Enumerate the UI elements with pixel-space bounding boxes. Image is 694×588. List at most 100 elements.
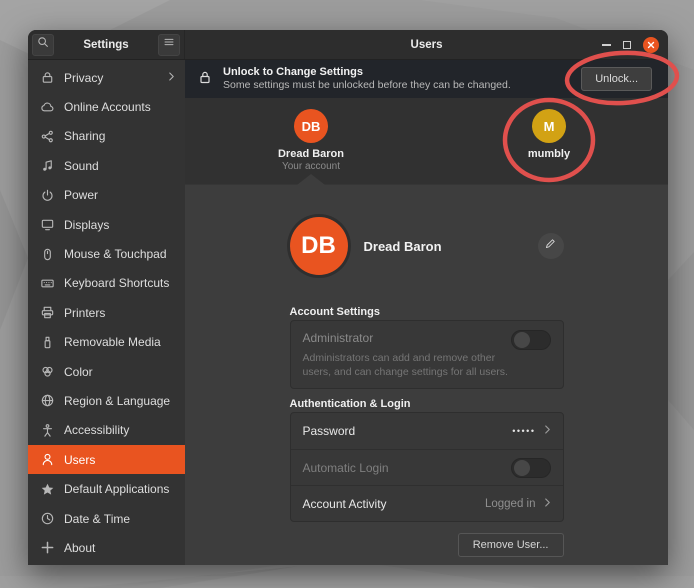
unlock-banner-subtitle: Some settings must be unlocked before th… xyxy=(223,79,511,92)
mouse-icon xyxy=(39,246,55,262)
sidebar-item-label: Removable Media xyxy=(64,335,161,349)
sidebar-item-date-time[interactable]: Date & Time xyxy=(28,504,185,533)
sidebar-title: Settings xyxy=(83,39,128,51)
user-switcher-dread-baron[interactable]: DB Dread Baron Your account xyxy=(251,109,371,172)
sidebar-item-accessibility[interactable]: Accessibility xyxy=(28,416,185,445)
user-switcher: DB Dread Baron Your account M mumbly xyxy=(185,98,668,185)
unlock-banner: Unlock to Change Settings Some settings … xyxy=(185,60,668,98)
avatar-initials: DB xyxy=(302,119,321,134)
usb-drive-icon xyxy=(39,334,55,350)
sidebar-item-label: Online Accounts xyxy=(64,100,151,114)
sidebar-item-privacy[interactable]: Privacy xyxy=(28,63,185,92)
sidebar-item-about[interactable]: About xyxy=(28,533,185,562)
sidebar-item-label: Sound xyxy=(64,159,99,173)
hamburger-icon xyxy=(162,35,176,54)
user-name: Dread Baron xyxy=(251,148,371,160)
sidebar-item-label: Displays xyxy=(64,218,109,232)
administrator-label: Administrator xyxy=(303,331,374,345)
sidebar-item-label: Printers xyxy=(64,306,105,320)
lock-icon xyxy=(39,70,55,86)
sidebar-item-power[interactable]: Power xyxy=(28,181,185,210)
user-switcher-mumbly[interactable]: M mumbly xyxy=(489,109,609,160)
titlebar: Settings Users xyxy=(28,30,668,60)
sidebar-item-label: Date & Time xyxy=(64,512,130,526)
sidebar-item-label: Color xyxy=(64,365,93,379)
user-detail: DB Dread Baron Account Settings Administ… xyxy=(185,185,668,565)
users-panel: Unlock to Change Settings Some settings … xyxy=(185,60,668,565)
password-label: Password xyxy=(303,424,356,438)
account-activity-label: Account Activity xyxy=(303,497,387,511)
sidebar-item-color[interactable]: Color xyxy=(28,357,185,386)
color-icon xyxy=(39,364,55,380)
automatic-login-toggle[interactable] xyxy=(511,458,551,478)
avatar-initials: M xyxy=(544,119,555,134)
account-activity-value: Logged in xyxy=(485,498,536,510)
avatar-initials: DB xyxy=(301,232,336,260)
globe-icon xyxy=(39,393,55,409)
power-icon xyxy=(39,187,55,203)
close-button[interactable] xyxy=(643,37,659,53)
account-settings-header: Account Settings xyxy=(290,306,380,318)
search-button[interactable] xyxy=(32,34,54,56)
sidebar-item-region-language[interactable]: Region & Language xyxy=(28,386,185,415)
search-icon xyxy=(36,35,50,54)
administrator-toggle[interactable] xyxy=(511,330,551,350)
profile-name: Dread Baron xyxy=(364,239,442,254)
auth-login-header: Authentication & Login xyxy=(290,398,411,410)
unlock-button[interactable]: Unlock... xyxy=(581,67,652,91)
menu-button[interactable] xyxy=(158,34,180,56)
account-activity-row[interactable]: Account Activity Logged in xyxy=(291,485,563,521)
automatic-login-row: Automatic Login xyxy=(291,449,563,485)
window-title: Users xyxy=(411,39,443,51)
printer-icon xyxy=(39,305,55,321)
avatar: M xyxy=(532,109,566,143)
sidebar-item-online-accounts[interactable]: Online Accounts xyxy=(28,92,185,121)
user-subtitle: Your account xyxy=(251,161,371,172)
avatar: DB xyxy=(294,109,328,143)
remove-user-button[interactable]: Remove User... xyxy=(458,533,564,557)
sidebar-item-removable-media[interactable]: Removable Media xyxy=(28,328,185,357)
sidebar-item-printers[interactable]: Printers xyxy=(28,298,185,327)
display-icon xyxy=(39,217,55,233)
user-name: mumbly xyxy=(489,148,609,160)
sidebar-item-sharing[interactable]: Sharing xyxy=(28,122,185,151)
about-icon xyxy=(39,540,55,556)
keyboard-icon xyxy=(39,275,55,291)
clock-icon xyxy=(39,511,55,527)
password-row[interactable]: Password ••••• xyxy=(291,413,563,449)
sidebar-item-sound[interactable]: Sound xyxy=(28,151,185,180)
sidebar: Privacy Online Accounts Sharing Sound Po… xyxy=(28,60,185,565)
chevron-right-icon xyxy=(544,495,551,513)
users-icon xyxy=(39,452,55,468)
automatic-login-label: Automatic Login xyxy=(303,461,389,475)
sidebar-item-label: Default Applications xyxy=(64,482,169,496)
sidebar-item-label: Keyboard Shortcuts xyxy=(64,276,169,290)
profile-avatar[interactable]: DB xyxy=(290,217,348,275)
cloud-icon xyxy=(39,99,55,115)
password-value: ••••• xyxy=(512,426,535,436)
chevron-right-icon xyxy=(544,422,551,440)
accessibility-icon xyxy=(39,422,55,438)
selected-user-pointer xyxy=(297,174,325,185)
sidebar-item-label: Region & Language xyxy=(64,394,170,408)
unlock-banner-title: Unlock to Change Settings xyxy=(223,66,511,80)
sidebar-item-label: About xyxy=(64,541,95,555)
chevron-right-icon xyxy=(168,71,175,85)
sidebar-item-keyboard-shortcuts[interactable]: Keyboard Shortcuts xyxy=(28,269,185,298)
maximize-button[interactable] xyxy=(623,41,631,49)
minimize-button[interactable] xyxy=(602,44,611,46)
edit-name-button[interactable] xyxy=(538,233,564,259)
lock-icon xyxy=(197,69,213,90)
sidebar-item-displays[interactable]: Displays xyxy=(28,210,185,239)
share-icon xyxy=(39,128,55,144)
star-icon xyxy=(39,481,55,497)
sidebar-item-default-applications[interactable]: Default Applications xyxy=(28,474,185,503)
account-settings-card: Administrator Administrators can add and… xyxy=(290,320,564,389)
sidebar-item-users[interactable]: Users xyxy=(28,445,185,474)
sidebar-item-label: Accessibility xyxy=(64,423,129,437)
sidebar-item-label: Users xyxy=(64,453,95,467)
sidebar-item-label: Privacy xyxy=(64,71,103,85)
pencil-icon xyxy=(544,237,557,255)
sidebar-item-mouse-touchpad[interactable]: Mouse & Touchpad xyxy=(28,239,185,268)
auth-login-card: Password ••••• Automatic Login xyxy=(290,412,564,522)
